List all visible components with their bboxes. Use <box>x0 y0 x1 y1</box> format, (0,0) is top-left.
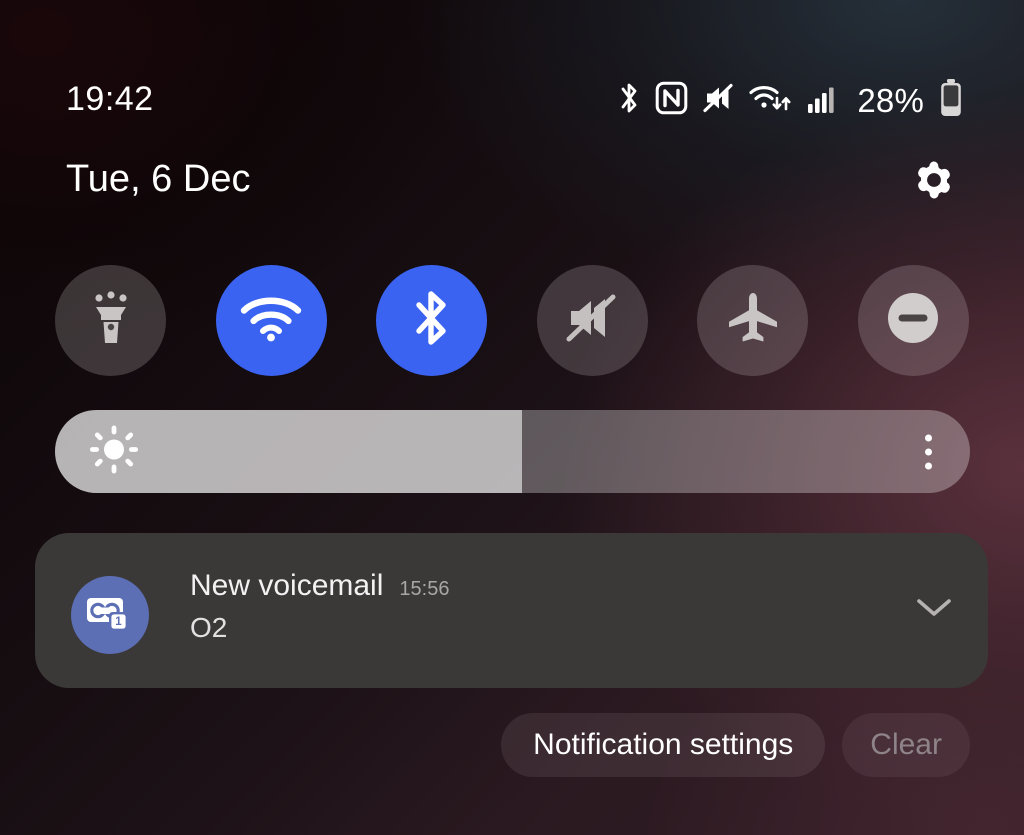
date-label: Tue, 6 Dec <box>66 158 251 200</box>
wifi-data-icon <box>749 81 793 120</box>
notification-item-voicemail[interactable]: 1 New voicemail 15:56 O2 <box>35 533 988 688</box>
more-vertical-icon[interactable] <box>925 434 932 469</box>
notification-shade: 19:42 28% Tue, 6 Dec 1 New voicemail 15:… <box>0 0 1024 835</box>
notification-settings-button[interactable]: Notification settings <box>501 713 826 777</box>
bluetooth-icon <box>617 80 641 121</box>
brightness-slider[interactable] <box>55 410 970 493</box>
battery-icon <box>938 78 964 123</box>
svg-text:1: 1 <box>115 616 122 628</box>
brightness-sun-icon <box>88 423 140 480</box>
notification-title: New voicemail <box>190 569 384 602</box>
chevron-down-icon <box>916 597 952 624</box>
airplane-icon <box>725 290 781 351</box>
wifi-icon <box>240 294 302 347</box>
bluetooth-icon <box>409 287 455 354</box>
mute-icon <box>702 82 735 119</box>
toggle-bluetooth[interactable] <box>376 264 488 376</box>
flashlight-icon <box>84 289 138 352</box>
notification-content: New voicemail 15:56 O2 <box>190 568 888 645</box>
mute-icon <box>563 290 621 351</box>
notification-actions: Notification settings Clear <box>501 713 970 777</box>
notification-timestamp: 15:56 <box>399 578 450 600</box>
nfc-icon <box>655 81 688 120</box>
status-bar-icons: 28% <box>617 78 964 122</box>
toggle-do-not-disturb[interactable] <box>857 264 969 376</box>
do-not-disturb-icon <box>884 289 942 352</box>
notification-header-line: New voicemail 15:56 <box>190 568 888 604</box>
notification-body: O2 <box>190 612 228 643</box>
status-bar: 19:42 28% <box>0 0 1024 150</box>
settings-button[interactable] <box>898 146 970 218</box>
battery-percent-label: 28% <box>857 81 924 119</box>
quick-settings-toggles <box>55 264 969 376</box>
signal-bars-icon <box>807 82 837 119</box>
notification-expand-button[interactable] <box>904 581 964 641</box>
notification-app-icon: 1 <box>71 576 149 654</box>
gear-icon <box>910 156 958 209</box>
toggle-wifi[interactable] <box>215 264 327 376</box>
toggle-airplane[interactable] <box>697 264 809 376</box>
clear-button[interactable]: Clear <box>842 713 970 777</box>
toggle-flashlight[interactable] <box>55 264 166 376</box>
toggle-sound[interactable] <box>536 264 648 376</box>
shade-header: Tue, 6 Dec <box>0 160 1024 230</box>
status-bar-clock: 19:42 <box>66 80 154 118</box>
voicemail-icon: 1 <box>85 592 135 639</box>
